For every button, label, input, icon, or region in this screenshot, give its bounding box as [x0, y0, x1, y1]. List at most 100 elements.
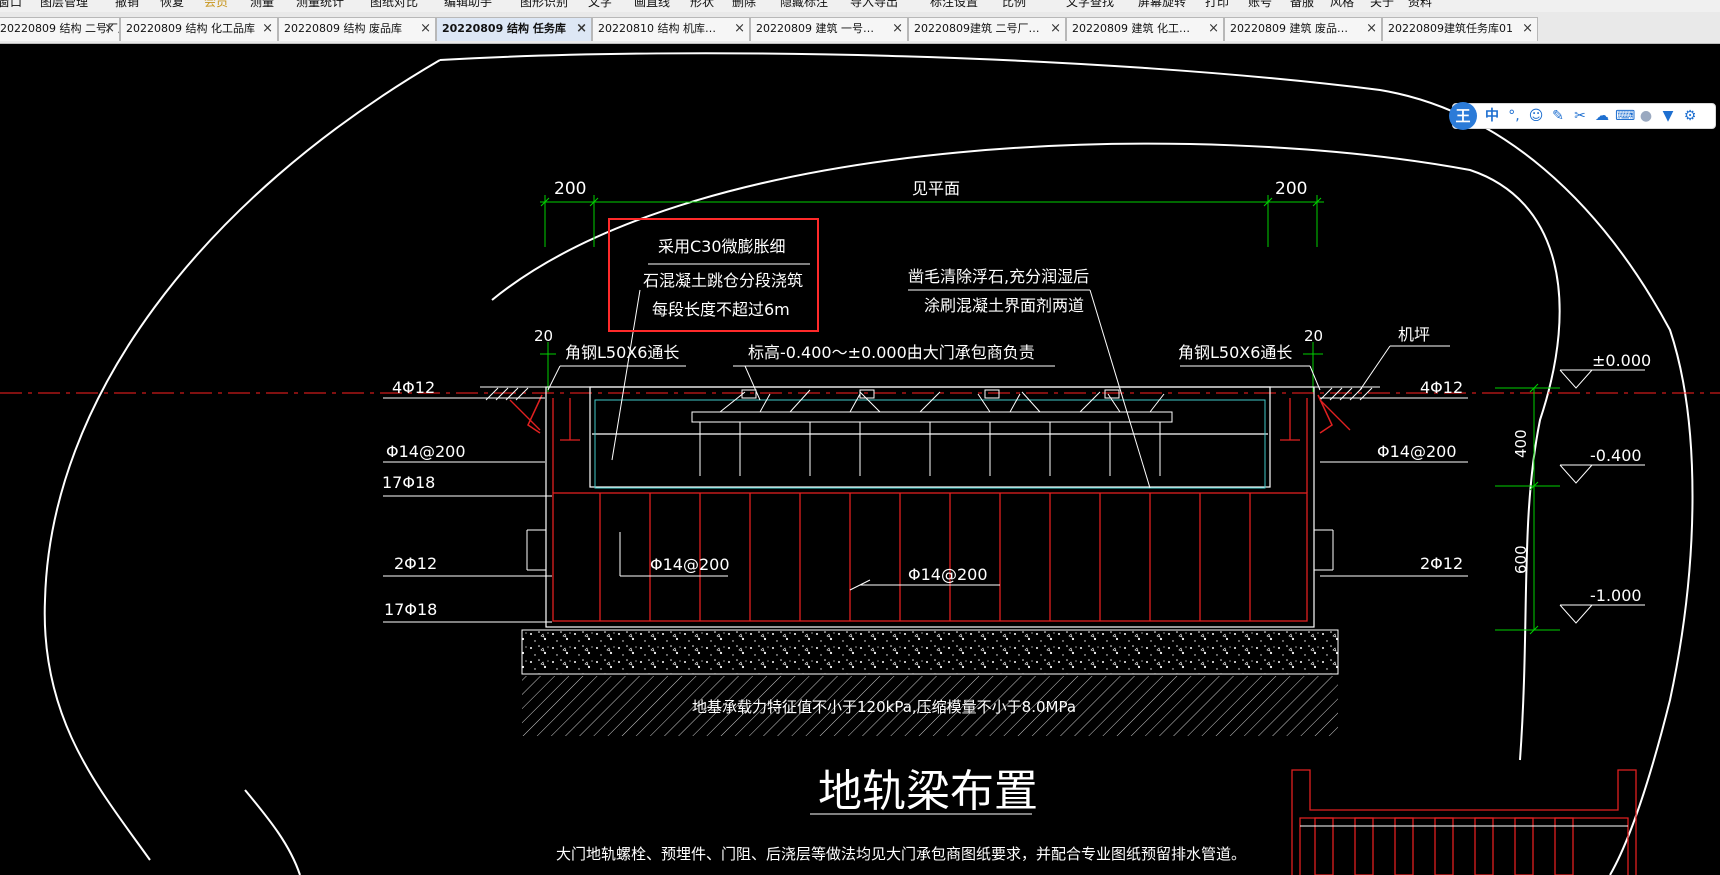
menu-item[interactable]: 图层管理 — [40, 0, 88, 9]
user-icon[interactable]: ● — [1637, 107, 1655, 125]
close-icon[interactable]: × — [262, 18, 273, 40]
tab-label: 20220809 建筑 一号… — [756, 22, 874, 35]
menu-item[interactable]: 撤销 — [115, 0, 139, 9]
menu-item[interactable]: 文字 — [588, 0, 612, 9]
menu-item[interactable]: 备服 — [1290, 0, 1314, 9]
top-dimension-lines — [540, 195, 1324, 392]
dim-20-right: 20 — [1304, 327, 1323, 345]
pen-icon[interactable]: ✎ — [1549, 107, 1567, 125]
elev-0-label: ±0.000 — [1592, 351, 1651, 370]
close-icon[interactable]: × — [420, 18, 431, 40]
rebar-17-18-top: 17Φ18 — [382, 473, 435, 492]
tab[interactable]: 20220809 结构 化工品库 × — [120, 17, 278, 41]
menu-bar: 窗口 图层管理 撤销 恢复 会员 测量 测量统计 图纸对比 编辑助手 图形识别 文字 画直线 形状 删除 隐… — [0, 0, 1720, 12]
elev-m04-label: -0.400 — [1590, 446, 1642, 465]
tab-label: 20220809 结构 化工品库 — [126, 22, 255, 35]
dim-400-label: 400 — [1512, 429, 1530, 458]
elev-m10-label: -1.000 — [1590, 586, 1642, 605]
close-icon[interactable]: × — [576, 18, 587, 40]
dim-200-left: 200 — [554, 179, 586, 199]
rebar-4-12-left: 4Φ12 — [392, 378, 435, 397]
close-icon[interactable]: × — [1208, 18, 1219, 40]
tab-label: 20220809 建筑 化工… — [1072, 22, 1190, 35]
ime-toolbar[interactable]: 王 中 °, ☺ ✎ ✂ ☁ ⌨ ● ▼ ⚙ — [1449, 102, 1716, 130]
angle-steel-left-label: 角钢L50X6通长 — [565, 343, 679, 362]
callout-line-3: 每段长度不超过6m — [652, 300, 790, 319]
ime-mode-toggle[interactable]: 中 — [1483, 107, 1501, 125]
freehand-stroke-small — [244, 789, 301, 875]
tab-label: 20220809 建筑 废品… — [1230, 22, 1348, 35]
elevation-note: 标高-0.400～±0.000由大门承包商负责 — [748, 343, 1035, 362]
rebar-14-200-inner-left: Φ14@200 — [650, 555, 730, 574]
callout-line-1: 采用C30微膨胀细 — [658, 237, 786, 256]
close-icon[interactable]: × — [734, 18, 745, 40]
callout-line-2: 石混凝土跳仓分段浇筑 — [643, 271, 803, 290]
menu-item[interactable]: 窗口 — [0, 0, 22, 9]
drawing-title: 地轨梁布置 — [818, 766, 1038, 817]
tab[interactable]: 20220809 结构 二号厂房 × — [0, 17, 120, 41]
tab[interactable]: 20220809建筑 二号厂… × — [908, 17, 1066, 41]
dim-200-right: 200 — [1275, 179, 1307, 199]
dim-600-label: 600 — [1512, 545, 1530, 574]
close-icon[interactable]: × — [1366, 18, 1377, 40]
menu-item[interactable]: 屏幕旋转 — [1138, 0, 1186, 9]
menu-item[interactable]: 画直线 — [634, 0, 670, 9]
rebar-2-12-left: 2Φ12 — [394, 554, 437, 573]
tab[interactable]: 20220809 建筑 废品… × — [1224, 17, 1382, 41]
menu-item[interactable]: 资料 — [1408, 0, 1432, 9]
rail-embed-plate — [691, 389, 1173, 476]
tab[interactable]: 20220809 建筑 化工… × — [1066, 17, 1224, 41]
close-icon[interactable]: × — [104, 18, 115, 40]
close-icon[interactable]: × — [892, 18, 903, 40]
tab[interactable]: 20220809 结构 废品库 × — [278, 17, 436, 41]
dim-20-left: 20 — [534, 327, 553, 345]
menu-item[interactable]: 恢复 — [160, 0, 184, 9]
menu-item[interactable]: 删除 — [732, 0, 756, 9]
scissors-icon[interactable]: ✂ — [1571, 107, 1589, 125]
ime-logo-icon[interactable]: 王 — [1449, 102, 1477, 130]
menu-item[interactable]: 比例 — [1002, 0, 1026, 9]
concrete-cushion — [521, 629, 1339, 675]
tab-active[interactable]: 20220809 结构 任务库 × — [436, 17, 592, 41]
tab[interactable]: 20220809建筑任务库01 × — [1382, 17, 1538, 41]
tab[interactable]: 20220810 结构 机库… × — [592, 17, 750, 41]
soil-note: 地基承载力特征值不小于120kPa,压缩模量不小于8.0MPa — [692, 698, 1076, 716]
keyboard-icon[interactable]: ⌨ — [1615, 107, 1635, 125]
tab-label: 20220810 结构 机库… — [598, 22, 716, 35]
menu-item[interactable]: 图纸对比 — [370, 0, 418, 9]
rebar-17-18-bottom: 17Φ18 — [384, 600, 437, 619]
close-icon[interactable]: × — [1522, 18, 1533, 40]
menu-item[interactable]: 账号 — [1248, 0, 1272, 9]
menu-item[interactable]: 风格 — [1330, 0, 1354, 9]
punctuation-icon[interactable]: °, — [1505, 107, 1523, 125]
settings-icon[interactable]: ⚙ — [1681, 107, 1699, 125]
menu-item[interactable]: 会员 — [204, 0, 228, 9]
menu-item[interactable]: 测量 — [250, 0, 274, 9]
rebar-14-200-right: Φ14@200 — [1377, 442, 1457, 461]
menu-item[interactable]: 隐藏标注 — [780, 0, 828, 9]
elevation-dim-line — [1495, 383, 1560, 635]
drawing-note-bottom: 大门地轨螺栓、预埋件、门阻、后浇层等做法均见大门承包商图纸要求，并配合专业图纸预… — [556, 845, 1246, 863]
menu-item[interactable]: 形状 — [690, 0, 714, 9]
menu-item[interactable]: 导入导出 — [850, 0, 898, 9]
close-icon[interactable]: × — [1050, 18, 1061, 40]
rebar-14-200-inner-mid: Φ14@200 — [908, 565, 988, 584]
angle-steel-right-label: 角钢L50X6通长 — [1178, 343, 1292, 362]
roughen-line-2: 涂刷混凝土界面剂两道 — [924, 296, 1084, 315]
tab[interactable]: 20220809 建筑 一号… × — [750, 17, 908, 41]
rebar-14-200-left: Φ14@200 — [386, 442, 466, 461]
dim-see-plan: 见平面 — [912, 179, 960, 198]
emoji-icon[interactable]: ☺ — [1527, 107, 1545, 125]
mech-label: 机坪 — [1398, 325, 1430, 344]
cad-drawing-canvas[interactable]: 200 见平面 200 采用C30微膨胀细 石混凝土跳仓分段浇筑 每段长度不超过… — [0, 44, 1720, 875]
cloud-icon[interactable]: ☁ — [1593, 107, 1611, 125]
shirt-icon[interactable]: ▼ — [1659, 107, 1677, 125]
freehand-outline-big — [43, 59, 441, 861]
menu-item[interactable]: 标注设置 — [930, 0, 978, 9]
menu-item[interactable]: 打印 — [1205, 0, 1229, 9]
menu-item[interactable]: 关于 — [1370, 0, 1394, 9]
menu-item[interactable]: 图形识别 — [520, 0, 568, 9]
menu-item[interactable]: 测量统计 — [296, 0, 344, 9]
menu-item[interactable]: 文字查找 — [1066, 0, 1114, 9]
menu-item[interactable]: 编辑助手 — [444, 0, 492, 9]
